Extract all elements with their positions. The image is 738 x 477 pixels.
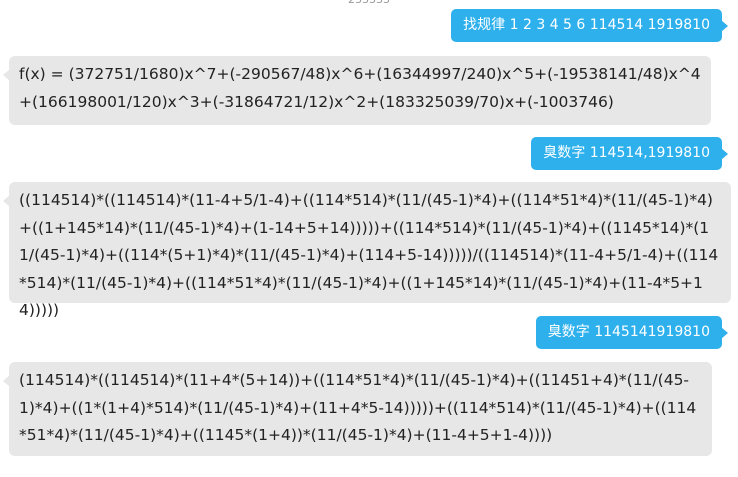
outgoing-message-bubble: 臭数字 114514,1919810 [531,137,728,170]
outgoing-message-bubble: 找规律 1 2 3 4 5 6 114514 1919810 [451,9,728,42]
incoming-message-bubble: (114514)*((114514)*(11+4*(5+14))+((114*5… [3,362,712,456]
incoming-message-bubble: ((114514)*((114514)*(11-4+5/1-4)+((114*5… [3,182,731,319]
previous-message-fragment: 233333 [348,0,390,6]
incoming-message-bubble: f(x) = (372751/1680)x^7+(-290567/48)x^6+… [3,56,711,125]
outgoing-message-bubble: 臭数字 1145141919810 [535,316,729,349]
